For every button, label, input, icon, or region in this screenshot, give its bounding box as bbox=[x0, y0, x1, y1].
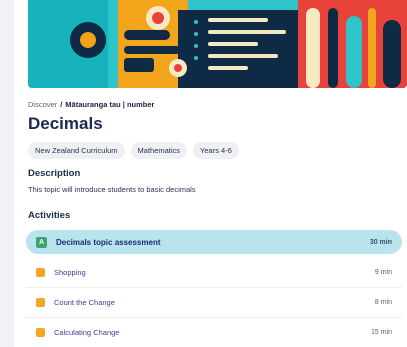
breadcrumb-link-discover[interactable]: Discover bbox=[28, 100, 57, 109]
lesson-icon bbox=[36, 268, 45, 277]
lesson-icon bbox=[36, 298, 45, 307]
activity-title: Shopping bbox=[54, 268, 86, 277]
activity-row-assessment[interactable]: A Decimals topic assessment 30 min bbox=[26, 230, 402, 254]
tag-curriculum: New Zealand Curriculum bbox=[28, 142, 125, 159]
activity-duration: 9 min bbox=[374, 269, 392, 276]
assessment-icon: A bbox=[36, 236, 47, 248]
abstract-art-image bbox=[28, 0, 407, 88]
activity-duration: 8 min bbox=[374, 299, 392, 306]
activity-row-calculating-change[interactable]: Calculating Change 15 min bbox=[26, 318, 402, 347]
tag-years: Years 4-6 bbox=[193, 142, 239, 159]
topic-card: Discover / Mātauranga tau | number Decimal… bbox=[14, 0, 407, 347]
breadcrumb-separator: / bbox=[60, 100, 63, 109]
activity-title: Calculating Change bbox=[54, 328, 120, 337]
activity-duration: 30 min bbox=[369, 238, 392, 246]
activity-list: A Decimals topic assessment 30 min Shopp… bbox=[26, 230, 402, 347]
breadcrumb-current: Mātauranga tau | number bbox=[65, 100, 155, 109]
description-text: This topic will introduce students to ba… bbox=[28, 185, 196, 194]
description-heading: Description bbox=[28, 168, 81, 179]
tag-list: New Zealand Curriculum Mathematics Years… bbox=[28, 142, 239, 159]
tag-subject: Mathematics bbox=[130, 142, 188, 159]
activities-heading: Activities bbox=[28, 210, 71, 221]
page-title: Decimals bbox=[28, 114, 103, 133]
topic-banner-image bbox=[28, 0, 407, 88]
activity-title: Decimals topic assessment bbox=[56, 237, 161, 247]
activity-duration: 15 min bbox=[370, 329, 392, 336]
activity-row-count-the-change[interactable]: Count the Change 8 min bbox=[26, 288, 402, 318]
lesson-icon bbox=[36, 328, 45, 337]
breadcrumb: Discover / Mātauranga tau | number bbox=[28, 100, 154, 109]
activity-row-shopping[interactable]: Shopping 9 min bbox=[26, 258, 402, 288]
activity-title: Count the Change bbox=[54, 298, 115, 307]
